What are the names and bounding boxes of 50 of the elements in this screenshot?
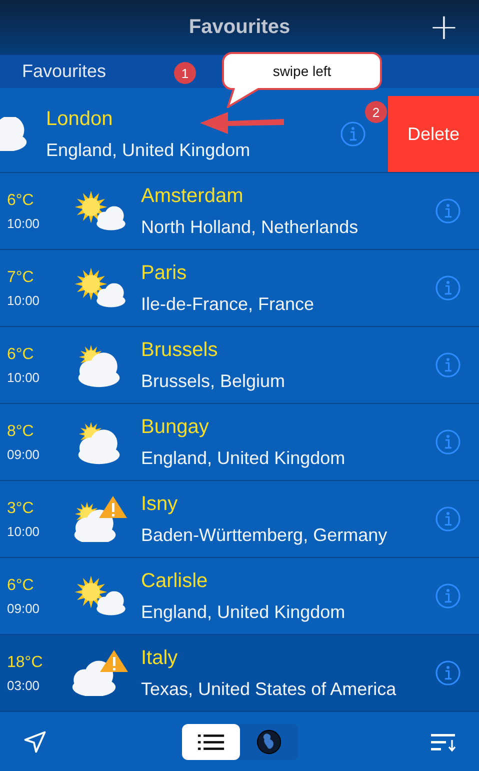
info-icon[interactable] (435, 198, 461, 224)
temperature: 6°C (7, 576, 35, 594)
region-name: Texas, United States of America (141, 678, 396, 700)
time: 10:00 (7, 370, 41, 384)
temperature: 6°C (7, 192, 35, 210)
temperature: 6°C (7, 346, 35, 364)
city-name: London (46, 108, 113, 130)
temperature: 7°C (7, 268, 35, 286)
info-icon[interactable] (340, 121, 366, 147)
temperature: 8°C (7, 422, 35, 440)
time: 10:00 (7, 216, 41, 230)
location-arrow-icon[interactable] (22, 729, 48, 755)
city-name: Isny (141, 492, 178, 516)
city-name: Bungay (141, 416, 209, 438)
info-icon[interactable] (435, 583, 461, 609)
city-name: Brussels (141, 338, 218, 362)
info-icon[interactable] (435, 275, 461, 301)
region-name: North Holland, Netherlands (141, 216, 358, 238)
city-name: Amsterdam (141, 184, 244, 208)
temperature: 18°C (7, 654, 44, 672)
section-title: Favourites (22, 61, 106, 82)
screen-title: Favourites (188, 16, 290, 39)
sort-icon[interactable] (431, 732, 457, 752)
globe-icon (256, 729, 282, 755)
list-icon (196, 732, 224, 752)
time: 10:00 (7, 524, 41, 538)
weather-icon (72, 650, 128, 696)
time: 09:00 (7, 446, 41, 462)
time: 03:00 (7, 678, 41, 692)
weather-icon (73, 496, 127, 542)
city-name: Italy (141, 646, 178, 670)
info-icon[interactable] (435, 429, 461, 455)
location-row[interactable]: 18°C 03:00 Italy Texas, United States of America (0, 635, 479, 712)
delete-button[interactable]: Delete (388, 96, 479, 172)
info-icon[interactable] (435, 352, 461, 378)
city-name: Paris (141, 262, 187, 284)
temperature: 3°C (7, 500, 35, 518)
info-icon[interactable] (435, 660, 461, 686)
info-icon[interactable] (435, 506, 461, 532)
time: 10:00 (7, 292, 41, 308)
region-name: Baden-Württemberg, Germany (141, 524, 388, 546)
add-button[interactable]: + (424, 10, 463, 46)
city-name: Carlisle (141, 570, 208, 592)
region-name: England, United Kingdom (141, 448, 346, 468)
region-name: England, United Kingdom (141, 602, 346, 622)
region-name: Ile-de-France, France (141, 294, 314, 314)
time: 09:00 (7, 600, 41, 616)
list-view-tab[interactable] (182, 724, 240, 760)
region-name: Brussels, Belgium (141, 370, 286, 392)
region-name: England, United Kingdom (46, 140, 250, 160)
